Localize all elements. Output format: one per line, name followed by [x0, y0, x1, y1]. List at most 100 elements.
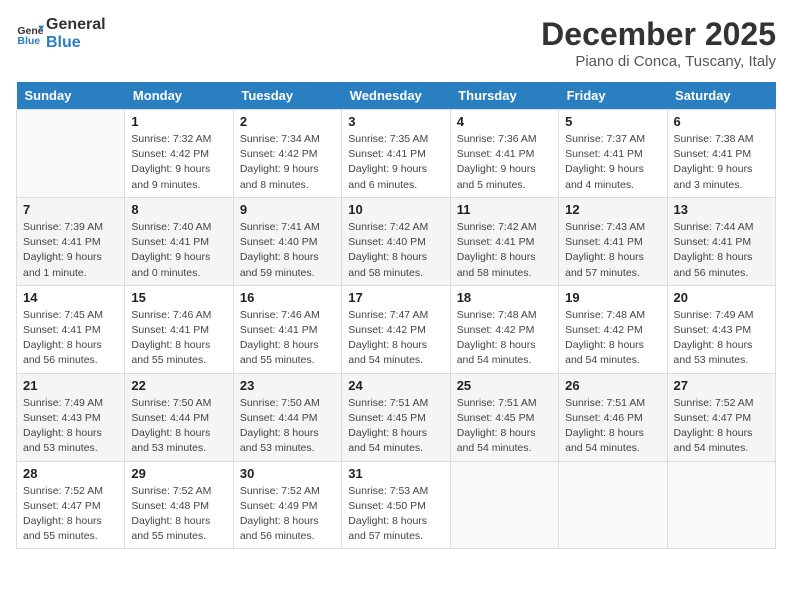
- day-number: 22: [131, 378, 226, 393]
- calendar-cell: 2Sunrise: 7:34 AMSunset: 4:42 PMDaylight…: [233, 110, 341, 198]
- day-number: 18: [457, 290, 552, 305]
- day-info: Sunrise: 7:52 AMSunset: 4:48 PMDaylight:…: [131, 484, 226, 545]
- day-number: 14: [23, 290, 118, 305]
- calendar-week-4: 21Sunrise: 7:49 AMSunset: 4:43 PMDayligh…: [17, 373, 776, 461]
- calendar-header-row: SundayMondayTuesdayWednesdayThursdayFrid…: [17, 82, 776, 110]
- sunset-label: Sunset: 4:41 PM: [131, 236, 209, 248]
- day-info: Sunrise: 7:47 AMSunset: 4:42 PMDaylight:…: [348, 308, 443, 369]
- sunrise-label: Sunrise: 7:52 AM: [23, 485, 103, 497]
- day-info: Sunrise: 7:51 AM Sunset: 4:45 PM Daylight:…: [457, 396, 552, 457]
- sunrise-label: Sunrise: 7:36 AM: [457, 133, 537, 145]
- calendar-cell: 6Sunrise: 7:38 AMSunset: 4:41 PMDaylight…: [667, 110, 775, 198]
- sunrise-label: Sunrise: 7:50 AM: [240, 397, 320, 409]
- sunrise-label: Sunrise: 7:48 AM: [565, 309, 645, 321]
- daylight-label: Daylight: 9 hours and 9 minutes.: [131, 163, 210, 190]
- sunset-label: Sunset: 4:40 PM: [240, 236, 318, 248]
- sunset-label: Sunset: 4:42 PM: [240, 148, 318, 160]
- day-info: Sunrise: 7:48 AMSunset: 4:42 PMDaylight:…: [565, 308, 660, 369]
- sunrise-label: Sunrise: 7:47 AM: [348, 309, 428, 321]
- sunset-label: Sunset: 4:42 PM: [565, 324, 643, 336]
- day-info: Sunrise: 7:40 AMSunset: 4:41 PMDaylight:…: [131, 220, 226, 281]
- daylight-label: Daylight: 9 hours and 3 minutes.: [674, 163, 753, 190]
- calendar-cell: [667, 461, 775, 549]
- sunrise-label: Sunrise: 7:44 AM: [674, 221, 754, 233]
- calendar-cell: [17, 110, 125, 198]
- sunrise-label: Sunrise: 7:51 AM: [348, 397, 428, 409]
- calendar-week-3: 14Sunrise: 7:45 AMSunset: 4:41 PMDayligh…: [17, 285, 776, 373]
- sunset-label: Sunset: 4:47 PM: [23, 500, 101, 512]
- calendar-cell: 25 Sunrise: 7:51 AM Sunset: 4:45 PM Dayligh…: [450, 373, 558, 461]
- column-header-monday: Monday: [125, 82, 233, 110]
- sunrise-label: Sunrise: 7:51 AM: [457, 397, 537, 409]
- daylight-label: Daylight: 8 hours and 53 minutes.: [674, 339, 753, 366]
- day-number: 4: [457, 114, 552, 129]
- calendar-cell: 9 Sunrise: 7:41 AMSunset: 4:40 PMDaylight…: [233, 197, 341, 285]
- sunset-label: Sunset: 4:47 PM: [674, 412, 752, 424]
- daylight-label: Daylight: 9 hours and 6 minutes.: [348, 163, 427, 190]
- column-header-thursday: Thursday: [450, 82, 558, 110]
- daylight-label: Daylight: 8 hours and 56 minutes.: [23, 339, 102, 366]
- day-info: Sunrise: 7:41 AMSunset: 4:40 PMDaylight:…: [240, 220, 335, 281]
- day-number: 8: [131, 202, 226, 217]
- sunset-label: Sunset: 4:45 PM: [457, 412, 535, 424]
- day-number: 25: [457, 378, 552, 393]
- daylight-label: Daylight: 8 hours and 57 minutes.: [565, 251, 644, 278]
- sunrise-label: Sunrise: 7:45 AM: [23, 309, 103, 321]
- day-info: Sunrise: 7:44 AMSunset: 4:41 PMDaylight:…: [674, 220, 769, 281]
- day-number: 16: [240, 290, 335, 305]
- daylight-label: Daylight: 8 hours and 54 minutes.: [674, 427, 753, 454]
- sunrise-label: Sunrise: 7:32 AM: [131, 133, 211, 145]
- sunset-label: Sunset: 4:44 PM: [240, 412, 318, 424]
- sunrise-label: Sunrise: 7:51 AM: [565, 397, 645, 409]
- sunset-label: Sunset: 4:44 PM: [131, 412, 209, 424]
- day-number: 6: [674, 114, 769, 129]
- calendar-cell: 28Sunrise: 7:52 AMSunset: 4:47 PMDayligh…: [17, 461, 125, 549]
- day-info: Sunrise: 7:50 AM Sunset: 4:44 PM Daylight:…: [240, 396, 335, 457]
- sunset-label: Sunset: 4:41 PM: [348, 148, 426, 160]
- daylight-label: Daylight: 8 hours and 57 minutes.: [348, 515, 427, 542]
- day-info: Sunrise: 7:34 AMSunset: 4:42 PMDaylight:…: [240, 132, 335, 193]
- column-header-tuesday: Tuesday: [233, 82, 341, 110]
- calendar-cell: 14Sunrise: 7:45 AMSunset: 4:41 PMDayligh…: [17, 285, 125, 373]
- logo: General Blue General Blue: [16, 16, 106, 51]
- day-info: Sunrise: 7:42 AMSunset: 4:41 PMDaylight:…: [457, 220, 552, 281]
- sunrise-label: Sunrise: 7:38 AM: [674, 133, 754, 145]
- day-number: 28: [23, 466, 118, 481]
- sunset-label: Sunset: 4:41 PM: [565, 148, 643, 160]
- calendar-cell: 24Sunrise: 7:51 AMSunset: 4:45 PMDayligh…: [342, 373, 450, 461]
- day-info: Sunrise: 7:49 AMSunset: 4:43 PMDaylight:…: [23, 396, 118, 457]
- calendar-cell: [559, 461, 667, 549]
- sunrise-label: Sunrise: 7:49 AM: [23, 397, 103, 409]
- day-number: 13: [674, 202, 769, 217]
- calendar-week-5: 28 Sunrise: 7:52 AM Sunset: 4:47 PM Dayligh…: [17, 461, 776, 549]
- daylight-label: Daylight: 9 hours and 5 minutes.: [457, 163, 536, 190]
- sunrise-label: Sunrise: 7:39 AM: [23, 221, 103, 233]
- day-number: 15: [131, 290, 226, 305]
- calendar-cell: 13 Sunrise: 7:44 AMSunset: 4:41 PMDayligh…: [667, 197, 775, 285]
- logo-text: General Blue: [46, 16, 106, 51]
- day-info: Sunrise: 7:50 AMSunset: 4:44 PMDaylight:…: [131, 396, 226, 457]
- daylight-label: Daylight: 8 hours and 55 minutes.: [240, 339, 319, 366]
- sunset-label: Sunset: 4:50 PM: [348, 500, 426, 512]
- sunset-label: Sunset: 4:42 PM: [348, 324, 426, 336]
- day-number: 23: [240, 378, 335, 393]
- daylight-label: Daylight: 8 hours and 55 minutes.: [131, 339, 210, 366]
- daylight-label: Daylight: 8 hours and 54 minutes.: [457, 427, 536, 454]
- daylight-label: Daylight: 8 hours and 54 minutes.: [348, 427, 427, 454]
- daylight-label: Daylight: 8 hours and 53 minutes.: [240, 427, 319, 454]
- daylight-label: Daylight: 9 hours and 1 minute.: [23, 251, 102, 278]
- calendar-cell: 18Sunrise: 7:48 AMSunset: 4:42 PMDayligh…: [450, 285, 558, 373]
- sunrise-label: Sunrise: 7:50 AM: [131, 397, 211, 409]
- day-info: Sunrise: 7:53 AMSunset: 4:50 PMDaylight:…: [348, 484, 443, 545]
- daylight-label: Daylight: 8 hours and 56 minutes.: [240, 515, 319, 542]
- day-number: 9: [240, 202, 335, 217]
- day-number: 3: [348, 114, 443, 129]
- calendar-cell: 5Sunrise: 7:37 AMSunset: 4:41 PMDaylight…: [559, 110, 667, 198]
- calendar-cell: 11Sunrise: 7:42 AMSunset: 4:41 PMDayligh…: [450, 197, 558, 285]
- calendar-cell: 7Sunrise: 7:39 AMSunset: 4:41 PMDaylight…: [17, 197, 125, 285]
- day-info: Sunrise: 7:46 AMSunset: 4:41 PMDaylight:…: [240, 308, 335, 369]
- sunset-label: Sunset: 4:42 PM: [131, 148, 209, 160]
- sunrise-label: Sunrise: 7:42 AM: [457, 221, 537, 233]
- header: General Blue General Blue December 2025 …: [16, 16, 776, 70]
- calendar-cell: 20Sunrise: 7:49 AMSunset: 4:43 PMDayligh…: [667, 285, 775, 373]
